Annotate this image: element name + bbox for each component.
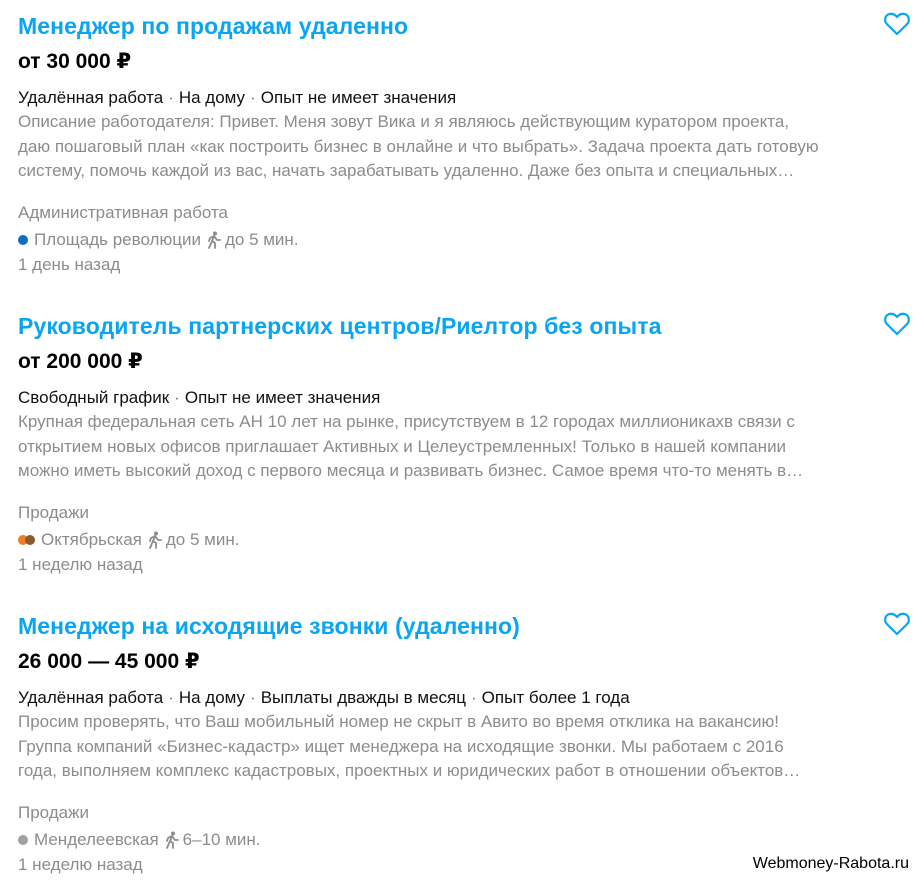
walking-person-icon <box>206 231 222 249</box>
vacancy-title[interactable]: Менеджер по продажам удаленно <box>18 12 910 40</box>
vacancy-salary: от 30 000 ₽ <box>18 50 132 73</box>
vacancy-date: 1 день назад <box>18 254 121 274</box>
metro-info: Менделеевская 6–10 мин. <box>18 829 910 851</box>
metro-station: Октябрьская <box>41 529 142 549</box>
description-line: Крупная федеральная сеть АН 10 лет на ры… <box>18 412 795 431</box>
walk-time: 6–10 мин. <box>182 829 261 849</box>
heart-outline-icon[interactable] <box>884 312 910 336</box>
walk-time: до 5 мин. <box>224 229 299 249</box>
tag: Опыт не имеет значения <box>260 88 457 107</box>
description-line: Просим проверять, что Ваш мобильный номе… <box>18 712 779 731</box>
vacancy-salary: от 200 000 ₽ <box>18 350 143 373</box>
vacancy-tags: Удалённая работа · На дому · Выплаты дважды … <box>18 688 630 707</box>
metro-line-dot-icon <box>18 234 28 245</box>
metro-info: Октябрьская до 5 мин. <box>18 529 910 551</box>
vacancy-card: Руководитель партнерских центров/Риелтор… <box>18 312 910 576</box>
heart-outline-icon[interactable] <box>884 612 910 636</box>
tag: Свободный график <box>18 388 170 407</box>
description-line: систему, помочь каждой из вас, начать за… <box>18 161 795 180</box>
vacancy-description: Крупная федеральная сеть АН 10 лет на ры… <box>18 410 898 484</box>
walk-time: до 5 мин. <box>165 529 240 549</box>
metro-line-dot-icon <box>18 534 35 545</box>
description-line: открытием новых офисов приглашает Активн… <box>18 436 787 456</box>
vacancy-category: Продажи <box>18 502 89 522</box>
vacancy-salary: 26 000 — 45 000 ₽ <box>18 650 200 673</box>
tag: Опыт более 1 года <box>481 688 630 707</box>
vacancy-tags: Удалённая работа · На дому · Опыт не имеет з… <box>18 88 457 107</box>
tag: Удалённая работа <box>18 688 164 707</box>
metro-station: Менделеевская <box>34 829 159 849</box>
vacancy-title[interactable]: Руководитель партнерских центров/Риелтор… <box>18 312 910 340</box>
tag: Удалённая работа <box>18 88 164 107</box>
vacancy-date: 1 неделю назад <box>18 554 143 574</box>
description-line: года, выполняем комплекс кадастровых, пр… <box>18 761 801 780</box>
vacancy-description: Просим проверять, что Ваш мобильный номе… <box>18 710 898 784</box>
walking-person-icon <box>164 831 180 849</box>
vacancy-title[interactable]: Менеджер на исходящие звонки (удаленно) <box>18 612 910 640</box>
vacancy-category: Продажи <box>18 802 89 822</box>
description-line: даю пошаговый план «как построить бизнес… <box>18 136 819 156</box>
vacancy-category: Административная работа <box>18 202 229 222</box>
vacancy-card: Менеджер по продажам удаленно от 30 000 … <box>18 12 910 276</box>
vacancy-tags: Свободный график · Опыт не имеет значения <box>18 388 381 407</box>
metro-info: Площадь революции до 5 мин. <box>18 229 910 251</box>
tag: Опыт не имеет значения <box>184 388 381 407</box>
tag: На дому <box>178 688 246 707</box>
description-line: Группа компаний «Бизнес-кадастр» ищет ме… <box>18 736 784 756</box>
vacancy-description: Описание работодателя: Привет. Меня зову… <box>18 110 898 184</box>
metro-station: Площадь революции <box>34 229 201 249</box>
heart-outline-icon[interactable] <box>884 12 910 36</box>
walking-person-icon <box>147 531 163 549</box>
metro-line-dot-icon <box>18 834 28 845</box>
tag: Выплаты дважды в месяц <box>260 688 466 707</box>
watermark: Webmoney-Rabota.ru <box>752 855 909 872</box>
vacancy-card: Менеджер на исходящие звонки (удаленно) … <box>18 612 910 876</box>
description-line: Описание работодателя: Привет. Меня зову… <box>18 112 790 131</box>
description-line: можно иметь высокий доход с первого меся… <box>18 461 804 480</box>
tag: На дому <box>178 88 246 107</box>
